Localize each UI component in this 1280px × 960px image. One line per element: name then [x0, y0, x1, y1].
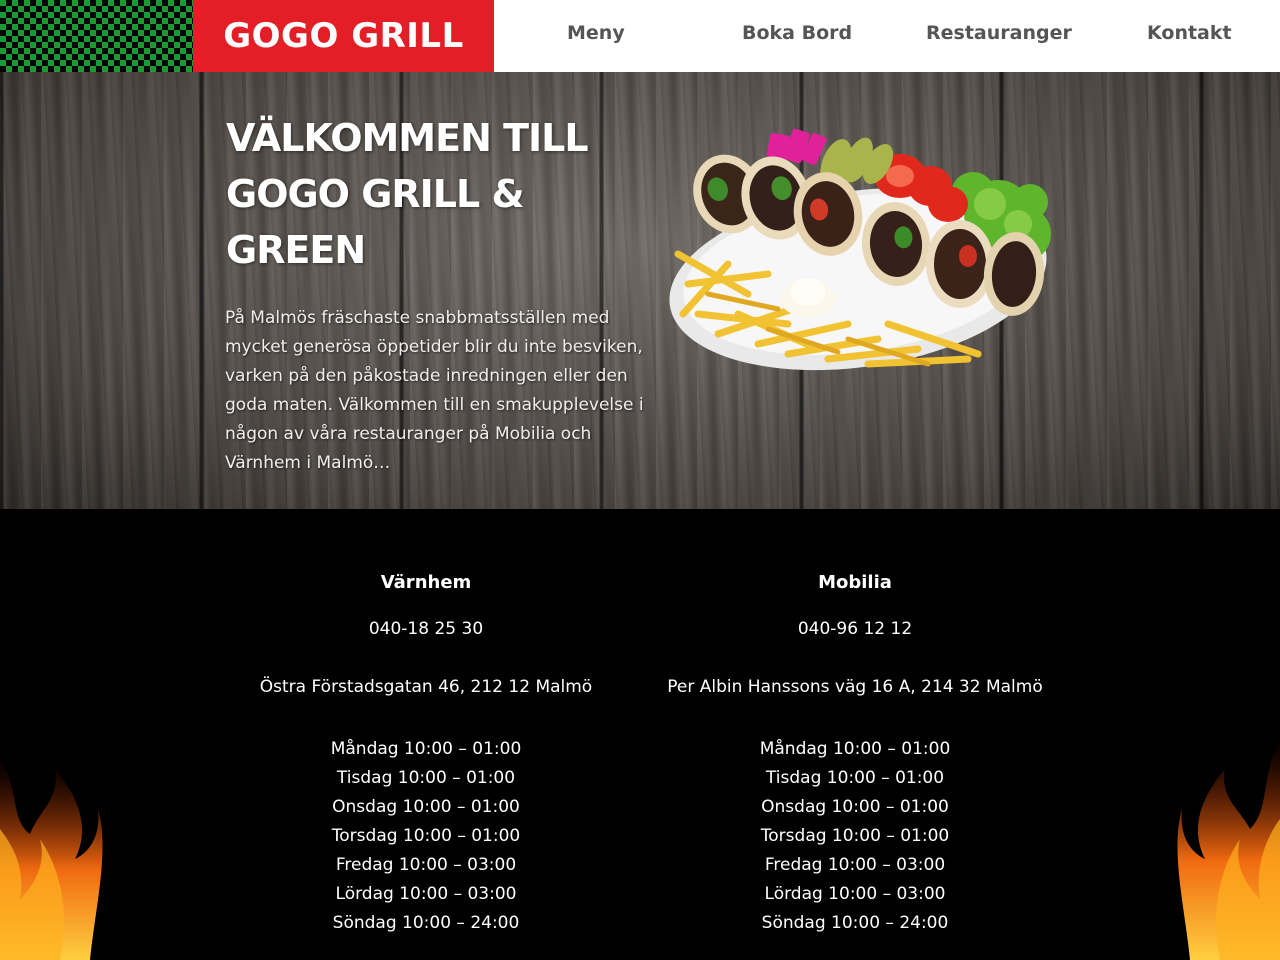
checker-pattern [0, 0, 193, 72]
nav-item-restauranger[interactable]: Restauranger [926, 22, 1072, 44]
hours-row: Lördag 10:00 – 03:00 [764, 884, 946, 904]
opening-hours: Måndag 10:00 – 01:00 Tisdag 10:00 – 01:0… [206, 735, 646, 938]
location-phone[interactable]: 040-18 25 30 [206, 619, 646, 639]
nav-item-kontakt[interactable]: Kontakt [1147, 22, 1232, 44]
hours-row: Torsdag 10:00 – 01:00 [331, 826, 521, 846]
location-address: Östra Förstadsgatan 46, 212 12 Malmö [259, 677, 593, 697]
hours-row: Lördag 10:00 – 03:00 [335, 884, 517, 904]
hero-title: VÄLKOMMEN TILL GOGO GRILL & GREEN [226, 116, 589, 272]
logo-link[interactable]: GOGO GRILL [193, 0, 494, 72]
location-name: Mobilia [818, 572, 892, 593]
site-header: GOGO GRILL Meny Boka Bord Restauranger K… [0, 0, 1280, 72]
hours-row: Söndag 10:00 – 24:00 [332, 913, 520, 933]
location-phone[interactable]: 040-96 12 12 [635, 619, 1075, 639]
wrap-plate-image [669, 128, 1051, 371]
flame-decoration-right [1177, 739, 1280, 960]
location-name: Värnhem [380, 572, 472, 593]
hero-text: På Malmös fräschaste snabbmatsställen me… [225, 308, 644, 473]
location-address: Per Albin Hanssons väg 16 A, 214 32 Malm… [667, 677, 1043, 697]
hours-row: Måndag 10:00 – 01:00 [759, 739, 951, 759]
nav-item-boka-bord[interactable]: Boka Bord [742, 22, 852, 44]
hours-row: Måndag 10:00 – 01:00 [330, 739, 522, 759]
nav-item-meny[interactable]: Meny [567, 22, 625, 44]
logo-text: GOGO GRILL [223, 16, 464, 56]
hours-row: Onsdag 10:00 – 01:00 [332, 797, 520, 817]
flame-decoration-left [0, 759, 103, 960]
hours-row: Söndag 10:00 – 24:00 [761, 913, 949, 933]
hours-row: Fredag 10:00 – 03:00 [335, 855, 517, 875]
hours-row: Tisdag 10:00 – 01:00 [336, 768, 516, 788]
opening-hours: Måndag 10:00 – 01:00 Tisdag 10:00 – 01:0… [635, 735, 1075, 938]
hours-row: Tisdag 10:00 – 01:00 [765, 768, 945, 788]
hours-row: Fredag 10:00 – 03:00 [764, 855, 946, 875]
hours-row: Torsdag 10:00 – 01:00 [760, 826, 950, 846]
locations-section: Värnhem 040-18 25 30 Östra Förstadsgatan… [0, 509, 1280, 960]
hours-row: Onsdag 10:00 – 01:00 [761, 797, 949, 817]
hero-section: VÄLKOMMEN TILL GOGO GRILL & GREEN På Mal… [0, 72, 1280, 509]
